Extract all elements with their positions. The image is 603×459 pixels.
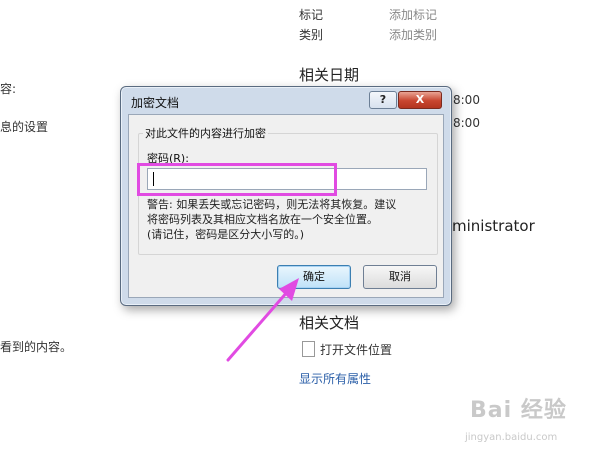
annotation-arrow (226, 278, 299, 362)
watermark-url: jingyan.baidu.com (465, 432, 558, 443)
watermark-logo: Bai 经验 (470, 398, 567, 423)
